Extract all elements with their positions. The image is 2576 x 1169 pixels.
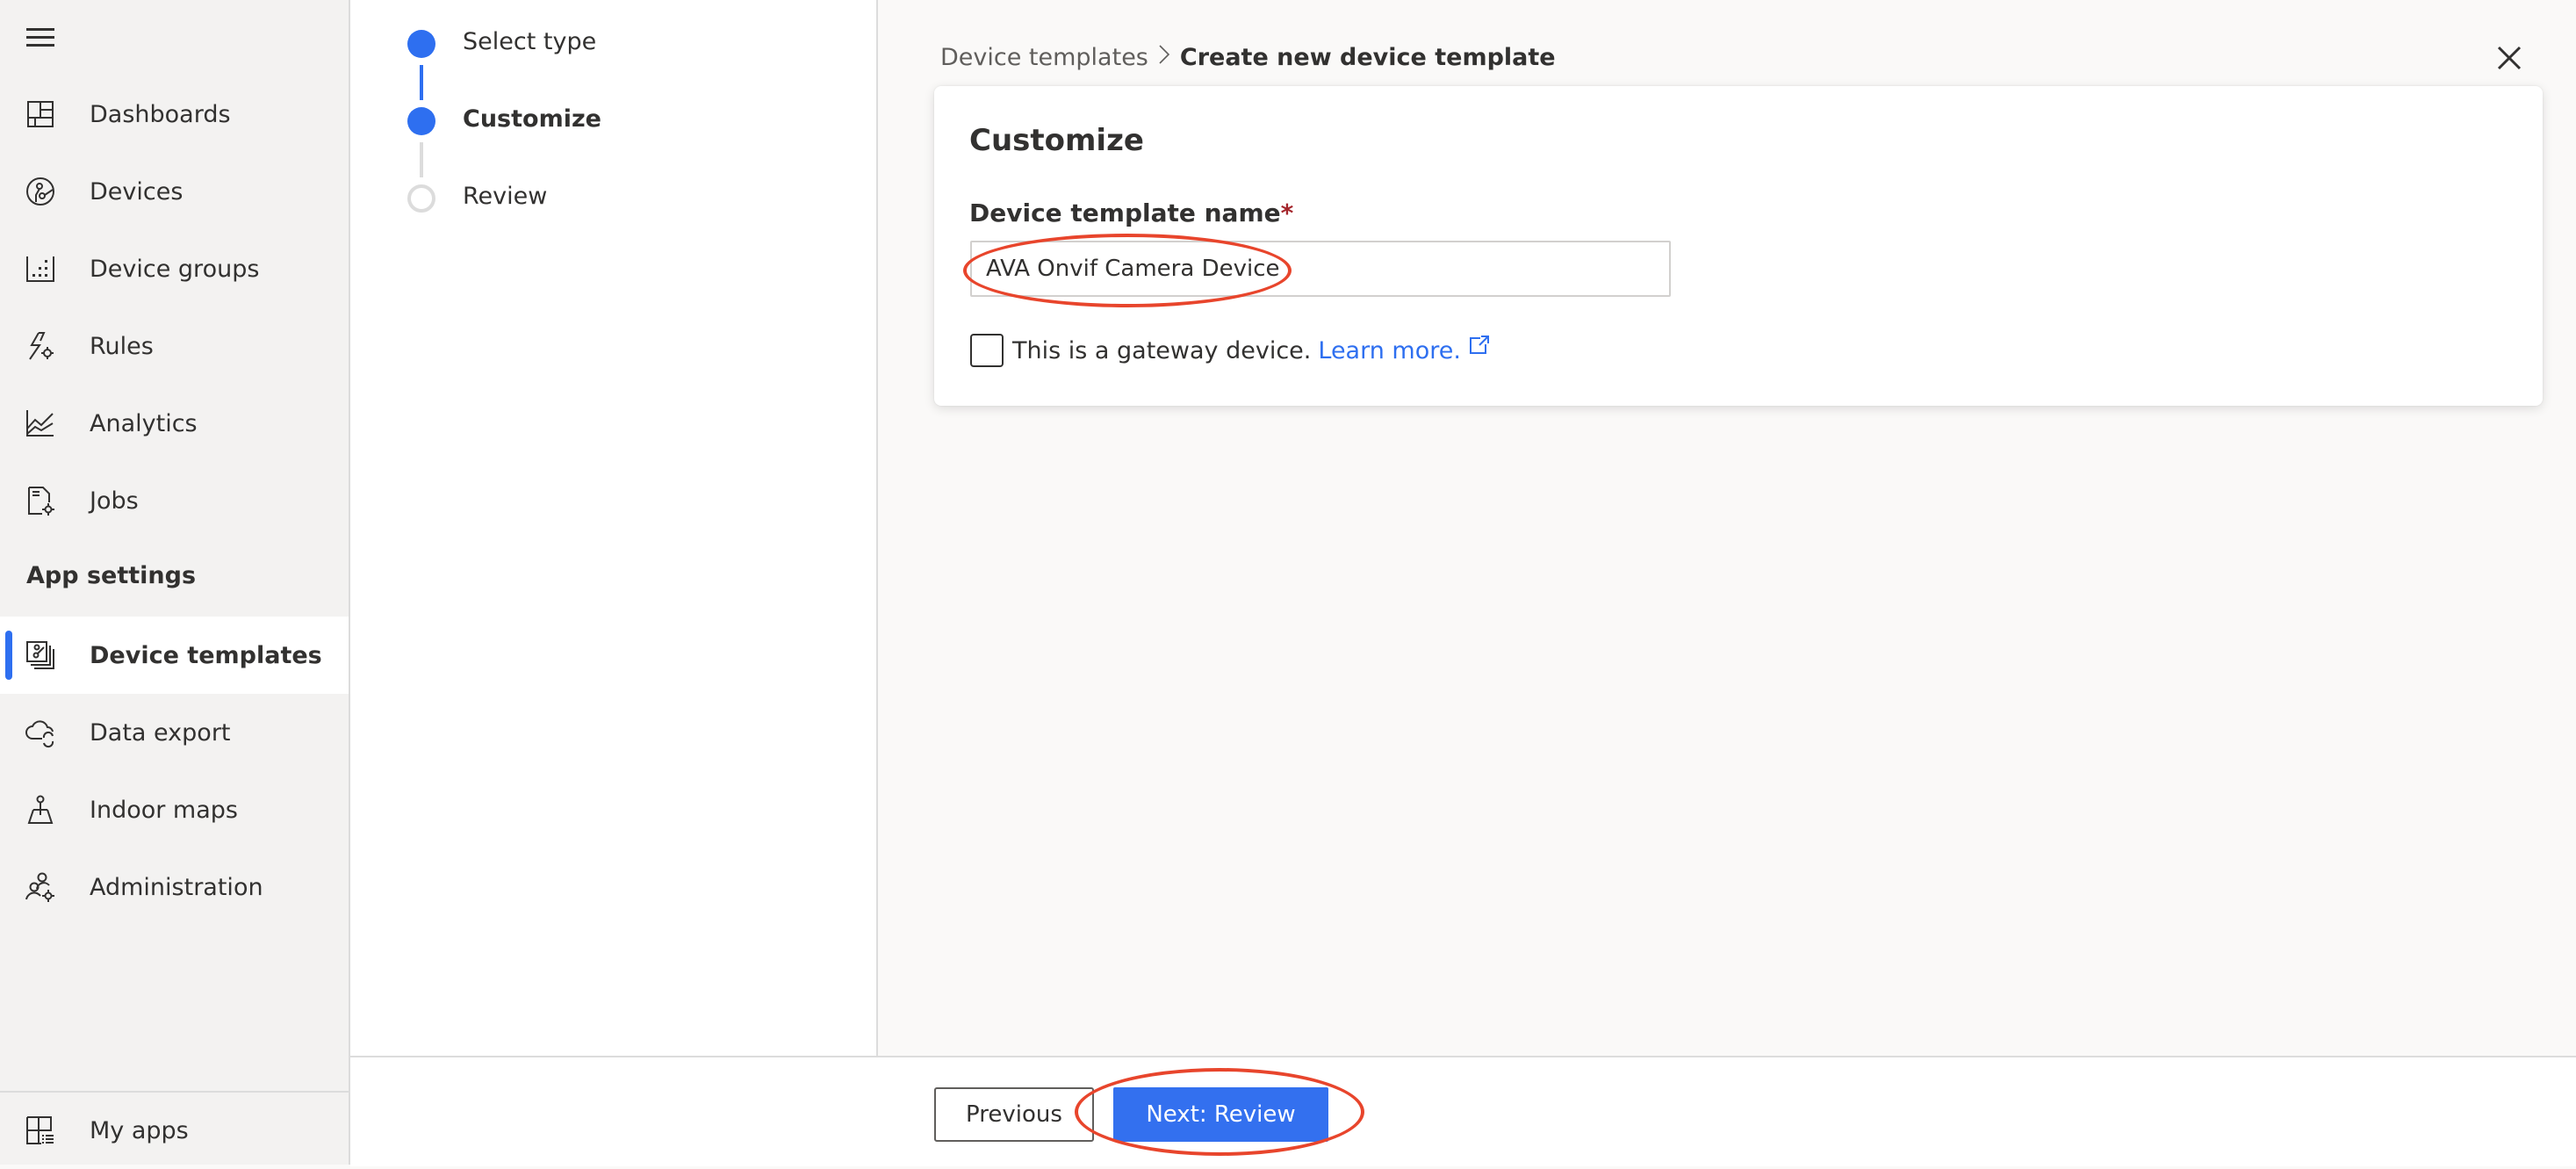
- wizard-footer: Previous Next: Review: [350, 1056, 2576, 1166]
- sidebar-item-analytics[interactable]: Analytics: [0, 385, 349, 462]
- step-complete-icon: [407, 30, 435, 58]
- next-review-button[interactable]: Next: Review: [1113, 1087, 1328, 1142]
- gateway-checkbox[interactable]: [970, 334, 1004, 367]
- step-pending-icon: [407, 184, 435, 213]
- step-select-type[interactable]: Select type: [350, 18, 876, 70]
- field-label-text: Device template name: [969, 198, 1281, 227]
- administration-icon: [25, 871, 56, 903]
- close-icon: [2497, 46, 2522, 70]
- sidebar-item-label: Analytics: [90, 409, 198, 437]
- rules-icon: [25, 330, 56, 362]
- chevron-right-icon: [1157, 42, 1171, 73]
- analytics-icon: [25, 408, 56, 439]
- wizard-steps: Select type Customize Review: [350, 0, 878, 1056]
- dashboard-icon: [25, 98, 56, 130]
- gateway-label: This is a gateway device.: [1012, 336, 1312, 364]
- devices-icon: [25, 176, 56, 207]
- sidebar-item-my-apps[interactable]: My apps: [0, 1092, 349, 1169]
- my-apps-icon: [25, 1115, 56, 1146]
- sidebar-item-label: Data export: [90, 718, 231, 747]
- step-current-icon: [407, 107, 435, 135]
- step-label: Select type: [463, 28, 597, 55]
- sidebar-item-dashboards[interactable]: Dashboards: [0, 76, 349, 153]
- section-header-app-settings: App settings: [26, 562, 197, 589]
- sidebar-item-label: Dashboards: [90, 100, 231, 128]
- card-title: Customize: [969, 123, 1144, 158]
- sidebar-item-label: Device groups: [90, 255, 260, 283]
- sidebar-item-label: My apps: [90, 1116, 189, 1144]
- sidebar-item-device-templates[interactable]: Device templates: [0, 617, 349, 694]
- device-template-name-label: Device template name*: [969, 198, 1293, 227]
- breadcrumb-device-templates[interactable]: Device templates: [940, 44, 1148, 71]
- jobs-icon: [25, 485, 56, 516]
- close-button[interactable]: [2493, 42, 2525, 74]
- step-review[interactable]: Review: [350, 172, 876, 225]
- step-label: Customize: [463, 105, 601, 133]
- sidebar-item-label: Rules: [90, 332, 154, 360]
- sidebar-item-label: Jobs: [90, 487, 139, 515]
- gateway-row: This is a gateway device. Learn more.: [970, 334, 1491, 367]
- active-indicator: [5, 631, 12, 680]
- sidebar-item-device-groups[interactable]: Device groups: [0, 230, 349, 307]
- device-groups-icon: [25, 253, 56, 285]
- indoor-maps-icon: [25, 794, 56, 826]
- external-link-icon: [1469, 336, 1489, 354]
- sidebar-item-label: Device templates: [90, 641, 322, 669]
- sidebar-item-indoor-maps[interactable]: Indoor maps: [0, 771, 349, 848]
- sidebar-item-rules[interactable]: Rules: [0, 307, 349, 385]
- device-templates-icon: [25, 639, 56, 671]
- device-template-name-input[interactable]: [970, 241, 1671, 297]
- required-marker: *: [1280, 198, 1294, 227]
- sidebar-item-data-export[interactable]: Data export: [0, 694, 349, 771]
- step-customize[interactable]: Customize: [350, 95, 876, 148]
- sidebar-item-label: Administration: [90, 873, 263, 901]
- breadcrumb: Device templates Create new device templ…: [940, 42, 1556, 73]
- customize-card: Customize Device template name* This is …: [934, 86, 2543, 406]
- hamburger-icon[interactable]: [26, 28, 54, 47]
- sidebar-item-label: Indoor maps: [90, 796, 238, 824]
- sidebar-item-administration[interactable]: Administration: [0, 848, 349, 926]
- left-navigation: Dashboards Devices Device groups Rules A…: [0, 0, 350, 1165]
- data-export-icon: [25, 717, 56, 748]
- previous-button[interactable]: Previous: [934, 1087, 1094, 1142]
- learn-more-link[interactable]: Learn more.: [1318, 337, 1461, 364]
- sidebar-item-jobs[interactable]: Jobs: [0, 462, 349, 539]
- breadcrumb-current: Create new device template: [1179, 44, 1556, 71]
- sidebar-item-devices[interactable]: Devices: [0, 153, 349, 230]
- step-label: Review: [463, 183, 548, 210]
- sidebar-item-label: Devices: [90, 177, 183, 206]
